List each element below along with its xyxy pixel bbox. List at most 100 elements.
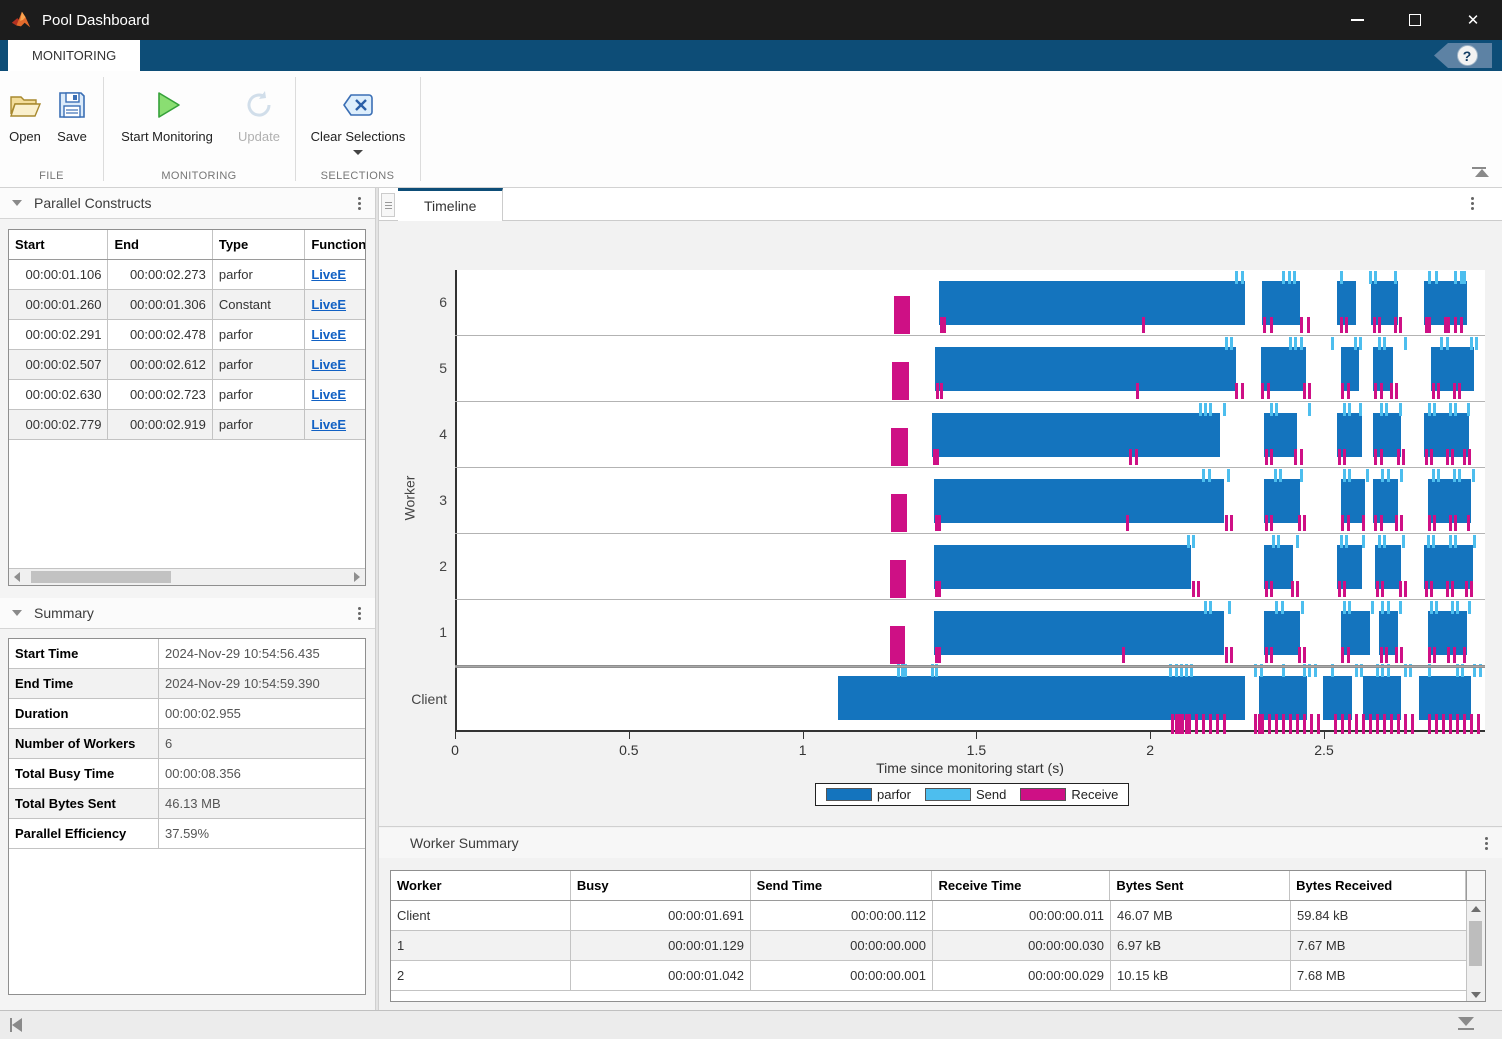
scroll-up-icon[interactable]	[1467, 901, 1485, 917]
receive-tick	[1397, 714, 1400, 734]
clear-selections-dropdown-icon[interactable]	[353, 150, 363, 155]
parfor-bar	[1264, 545, 1293, 589]
start-monitoring-button[interactable]: Start Monitoring	[113, 85, 221, 144]
scroll-left-icon[interactable]	[9, 569, 25, 585]
send-tick	[1449, 403, 1452, 416]
scroll-right-icon[interactable]	[349, 569, 365, 585]
table-row[interactable]: 100:00:01.12900:00:00.00000:00:00.0306.9…	[391, 931, 1485, 961]
legend-label: parfor	[877, 787, 911, 802]
table-cell: 7.68 MB	[1291, 961, 1467, 990]
receive-tick	[1347, 647, 1350, 663]
update-button[interactable]: Update	[231, 85, 287, 144]
table-header-row: WorkerBusySend TimeReceive TimeBytes Sen…	[391, 871, 1485, 901]
send-tick	[1354, 337, 1357, 350]
clear-selections-button[interactable]: Clear Selections	[303, 85, 413, 155]
function-link[interactable]: LiveE	[311, 297, 346, 312]
y-tick-label: 1	[397, 624, 447, 640]
vertical-scrollbar[interactable]	[1466, 871, 1485, 900]
receive-tick	[1341, 714, 1344, 734]
table-row[interactable]: Client00:00:01.69100:00:00.11200:00:00.0…	[391, 901, 1485, 931]
send-tick	[1458, 469, 1461, 482]
receive-tick	[940, 383, 943, 399]
summary-value: 37.59%	[159, 819, 365, 848]
receive-tick	[1380, 515, 1383, 531]
table-row[interactable]: 00:00:01.10600:00:02.273parforLiveE	[9, 260, 365, 290]
summary-row: Total Busy Time00:00:08.356	[9, 759, 365, 789]
table-cell: parfor	[213, 260, 305, 289]
table-row[interactable]: 200:00:01.04200:00:00.00100:00:00.02910.…	[391, 961, 1485, 991]
close-button[interactable]: ✕	[1444, 0, 1502, 40]
open-button[interactable]: Open	[8, 85, 42, 144]
receive-tick	[936, 449, 939, 465]
function-link[interactable]: LiveE	[311, 357, 346, 372]
column-header: Worker	[391, 871, 571, 900]
send-tick	[1472, 469, 1475, 482]
receive-tick	[1380, 449, 1383, 465]
table-row[interactable]: 00:00:02.29100:00:02.478parforLiveE	[9, 320, 365, 350]
legend-item: Receive	[1020, 787, 1118, 802]
table-row[interactable]: 00:00:01.26000:00:01.306ConstantLiveE	[9, 290, 365, 320]
send-tick	[1348, 403, 1351, 416]
drag-grip-icon[interactable]	[381, 193, 395, 217]
receive-tick	[1467, 515, 1470, 531]
horizontal-scrollbar[interactable]	[9, 568, 365, 585]
x-tick	[1150, 732, 1151, 739]
parallel-constructs-menu-button[interactable]	[358, 197, 361, 210]
table-cell: 00:00:02.779	[9, 410, 108, 439]
receive-tick	[1395, 647, 1398, 663]
function-link[interactable]: LiveE	[311, 387, 346, 402]
save-icon	[56, 85, 88, 125]
receive-tick	[1442, 714, 1445, 734]
collapse-panel-icon[interactable]	[12, 610, 22, 616]
worker-row-3	[455, 468, 1485, 534]
function-link[interactable]: LiveE	[311, 327, 346, 342]
table-cell: 00:00:00.030	[933, 931, 1111, 960]
ribbon-section-file: Open Save FILE	[0, 71, 103, 187]
receive-tick	[1303, 647, 1306, 663]
table-cell: 00:00:00.000	[751, 931, 933, 960]
vertical-scrollbar[interactable]	[1466, 901, 1485, 1002]
receive-tick	[1270, 317, 1273, 333]
receive-tick	[1355, 714, 1358, 734]
receive-tick	[1425, 581, 1428, 597]
scroll-down-icon[interactable]	[1467, 987, 1485, 1002]
scrollbar-thumb[interactable]	[31, 571, 171, 583]
tab-monitoring[interactable]: MONITORING	[8, 40, 140, 71]
help-button[interactable]: ?	[1434, 43, 1492, 68]
function-link[interactable]: LiveE	[311, 417, 346, 432]
summary-menu-button[interactable]	[358, 607, 361, 620]
receive-tick	[1428, 647, 1431, 663]
receive-tick	[1296, 714, 1299, 734]
collapse-left-panel-button[interactable]	[10, 1018, 22, 1032]
receive-tick	[1225, 647, 1228, 663]
legend-item: parfor	[826, 787, 911, 802]
collapse-bottom-panel-button[interactable]	[1458, 1017, 1474, 1030]
table-cell: 59.84 kB	[1291, 901, 1467, 930]
table-row[interactable]: 00:00:02.63000:00:02.723parforLiveE	[9, 380, 365, 410]
worker-summary-menu-button[interactable]	[1485, 837, 1488, 850]
function-link[interactable]: LiveE	[311, 267, 346, 282]
worker-row-2	[455, 534, 1485, 600]
save-button[interactable]: Save	[56, 85, 88, 144]
table-row[interactable]: 00:00:02.77900:00:02.919parforLiveE	[9, 410, 365, 440]
scrollbar-thumb[interactable]	[1469, 921, 1482, 966]
maximize-button[interactable]	[1386, 0, 1444, 40]
client-separator	[455, 665, 1485, 668]
ribbon-separator	[420, 77, 421, 181]
summary-value: 2024-Nov-29 10:54:56.435	[159, 639, 365, 668]
send-tick	[1275, 403, 1278, 416]
collapse-ribbon-button[interactable]	[1472, 167, 1492, 183]
tab-timeline[interactable]: Timeline	[398, 188, 503, 221]
send-tick	[1289, 337, 1292, 350]
send-tick	[1394, 271, 1397, 284]
column-header: End	[108, 230, 212, 259]
receive-tick	[1397, 449, 1400, 465]
receive-tick	[1334, 714, 1337, 734]
timeline-menu-button[interactable]	[1471, 197, 1474, 210]
right-panel: Timeline 00.511.522.5 Worker Time since …	[379, 188, 1502, 1010]
minimize-button[interactable]	[1328, 0, 1386, 40]
collapse-panel-icon[interactable]	[12, 200, 22, 206]
table-row[interactable]: 00:00:02.50700:00:02.612parforLiveE	[9, 350, 365, 380]
table-cell: LiveE	[305, 380, 365, 409]
send-tick	[1340, 535, 1343, 548]
